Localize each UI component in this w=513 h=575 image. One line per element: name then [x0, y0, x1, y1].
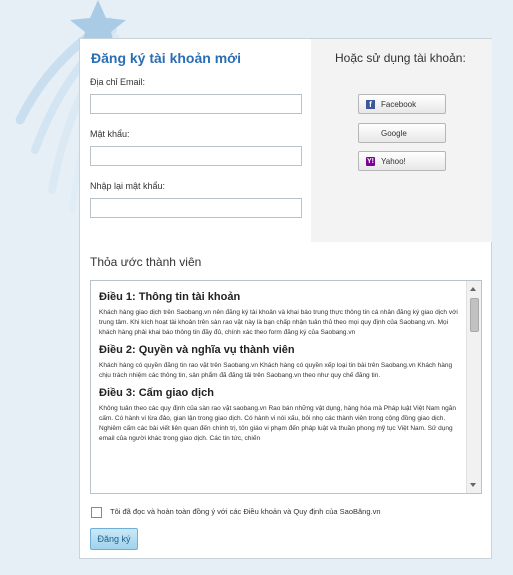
article-title: Điều 3: Cấm giao dịch — [99, 387, 214, 399]
scrollbar-thumb[interactable] — [470, 298, 479, 332]
agree-terms-checkbox[interactable] — [91, 507, 102, 518]
email-field[interactable] — [90, 94, 302, 114]
terms-scroll-box[interactable]: Điều 1: Thông tin tài khoản Khách hàng g… — [90, 280, 482, 494]
password-field[interactable] — [90, 146, 302, 166]
google-button-label: Google — [381, 128, 407, 138]
google-icon — [366, 129, 375, 138]
scroll-down-arrow-icon[interactable] — [470, 483, 476, 487]
terms-heading: Thỏa ước thành viên — [90, 255, 202, 269]
register-button[interactable]: Đăng ký — [90, 528, 138, 550]
terms-scrollbar[interactable] — [466, 281, 481, 493]
register-card: Đăng ký tài khoản mới Địa chỉ Email: Mật… — [79, 38, 492, 559]
yahoo-button-label: Yahoo! — [381, 156, 406, 166]
yahoo-login-button[interactable]: Y! Yahoo! — [358, 151, 446, 171]
facebook-button-label: Facebook — [381, 99, 417, 109]
password-label: Mật khẩu: — [90, 129, 130, 139]
article-title: Điều 1: Thông tin tài khoản — [99, 291, 241, 303]
terms-content: Điều 1: Thông tin tài khoản Khách hàng g… — [99, 289, 462, 450]
scroll-up-arrow-icon[interactable] — [470, 287, 476, 291]
article-text: Khách hàng có quyền đăng tin rao vặt trê… — [99, 362, 453, 379]
google-login-button[interactable]: Google — [358, 123, 446, 143]
facebook-login-button[interactable]: f Facebook — [358, 94, 446, 114]
agree-terms-label: Tôi đã đọc và hoàn toàn đồng ý với các Đ… — [110, 507, 381, 516]
article-text: Khách hàng giao dịch trên Saobang.vn nên… — [99, 309, 458, 336]
confirm-password-field[interactable] — [90, 198, 302, 218]
article-text: Không tuân theo các quy định của sàn rao… — [99, 405, 456, 442]
social-login-title: Hoặc sử dụng tài khoản: — [335, 51, 466, 65]
register-title: Đăng ký tài khoản mới — [91, 50, 241, 66]
confirm-password-label: Nhập lại mật khẩu: — [90, 181, 166, 191]
email-label: Địa chỉ Email: — [90, 77, 146, 87]
yahoo-icon: Y! — [366, 156, 375, 166]
article-title: Điều 2: Quyền và nghĩa vụ thành viên — [99, 344, 295, 356]
facebook-icon: f — [366, 99, 375, 109]
